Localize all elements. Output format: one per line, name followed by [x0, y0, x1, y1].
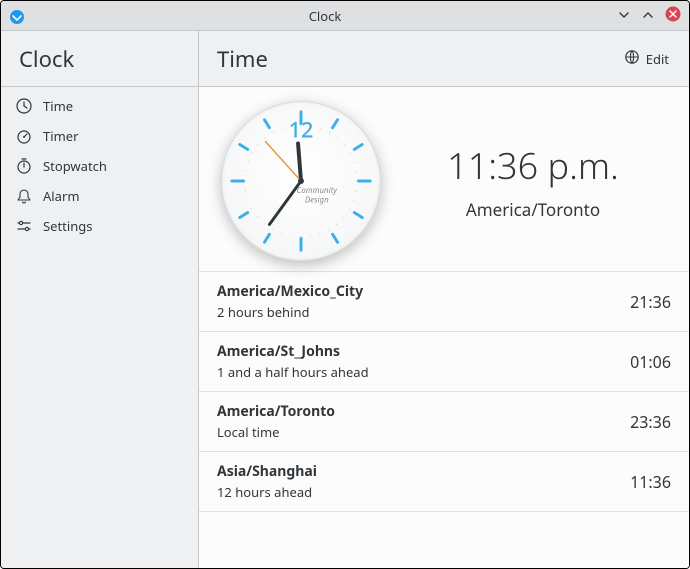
timezone-list: America/Mexico_City 2 hours behind 21:36… [199, 271, 689, 512]
page-title: Time [217, 44, 614, 74]
bell-icon [15, 187, 33, 205]
maximize-button[interactable] [641, 5, 655, 27]
edit-label: Edit [646, 50, 669, 68]
clock-icon [15, 97, 33, 115]
timezone-offset: 12 hours ahead [217, 483, 630, 501]
timezone-name: America/St_Johns [217, 342, 630, 361]
window-title: Clock [33, 7, 617, 25]
window-controls [617, 5, 681, 27]
content: 12 Community Design [199, 87, 689, 568]
settings-icon [15, 217, 33, 235]
close-button[interactable] [665, 5, 681, 27]
sidebar-item-time[interactable]: Time [1, 91, 198, 121]
timezone-row[interactable]: America/Toronto Local time 23:36 [199, 392, 689, 452]
primary-clock-text: 11:36 p.m. America/Toronto [385, 141, 671, 221]
sidebar-header: Clock [1, 31, 198, 87]
timezone-name: Asia/Shanghai [217, 462, 630, 481]
svg-text:12: 12 [289, 116, 314, 145]
timer-icon [15, 127, 33, 145]
timezone-time: 21:36 [630, 291, 671, 313]
timezone-offset: Local time [217, 423, 630, 441]
minimize-button[interactable] [617, 5, 631, 27]
sidebar-item-label: Stopwatch [43, 157, 107, 175]
primary-timezone: America/Toronto [466, 198, 600, 221]
timezone-name: America/Mexico_City [217, 282, 630, 301]
svg-text:Design: Design [305, 196, 329, 206]
timezone-time: 11:36 [630, 471, 671, 493]
analog-clock: 12 Community Design [217, 97, 385, 265]
sidebar-item-alarm[interactable]: Alarm [1, 181, 198, 211]
timezone-row[interactable]: America/Mexico_City 2 hours behind 21:36 [199, 272, 689, 332]
timezone-row[interactable]: Asia/Shanghai 12 hours ahead 11:36 [199, 452, 689, 512]
app-window: Clock Clock Time [0, 0, 690, 569]
sidebar-item-settings[interactable]: Settings [1, 211, 198, 241]
timezone-offset: 2 hours behind [217, 303, 630, 321]
sidebar-items: Time Timer Stopwatch [1, 87, 198, 241]
edit-button[interactable]: Edit [622, 45, 671, 73]
svg-text:Community: Community [297, 186, 339, 196]
sidebar-item-label: Alarm [43, 187, 79, 205]
app-title: Clock [19, 44, 74, 74]
sidebar: Clock Time Timer [1, 31, 199, 568]
sidebar-item-stopwatch[interactable]: Stopwatch [1, 151, 198, 181]
sidebar-item-label: Settings [43, 217, 92, 235]
primary-clock: 12 Community Design [199, 87, 689, 271]
stopwatch-icon [15, 157, 33, 175]
timezone-row[interactable]: America/St_Johns 1 and a half hours ahea… [199, 332, 689, 392]
main-panel: Time Edit [199, 31, 689, 568]
primary-time: 11:36 p.m. [447, 141, 619, 190]
globe-icon [624, 49, 640, 69]
timezone-time: 23:36 [630, 411, 671, 433]
system-menu-icon[interactable] [9, 8, 25, 24]
timezone-name: America/Toronto [217, 402, 630, 421]
main-header: Time Edit [199, 31, 689, 87]
sidebar-item-label: Time [43, 97, 73, 115]
sidebar-item-label: Timer [43, 127, 78, 145]
timezone-offset: 1 and a half hours ahead [217, 363, 630, 381]
sidebar-item-timer[interactable]: Timer [1, 121, 198, 151]
titlebar: Clock [1, 1, 689, 31]
timezone-time: 01:06 [630, 351, 671, 373]
